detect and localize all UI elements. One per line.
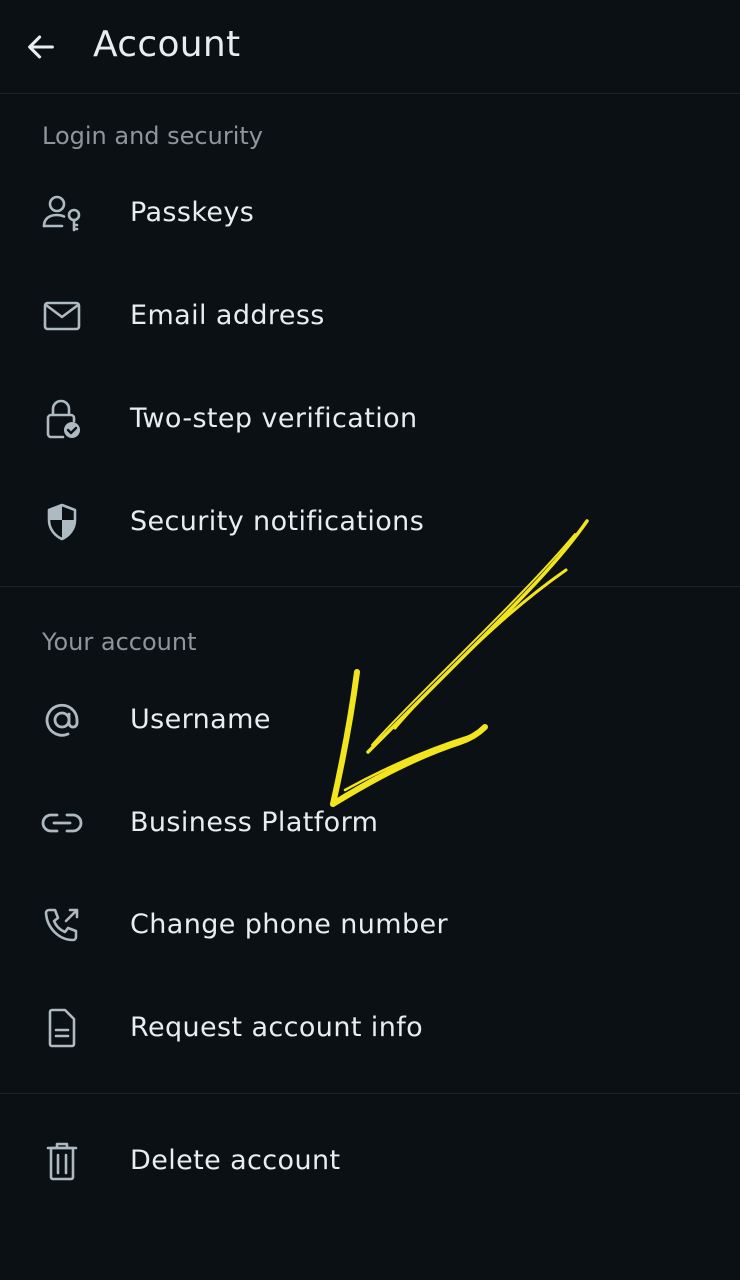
trash-icon	[40, 1141, 84, 1181]
page-title: Account	[93, 24, 241, 65]
menu-item-label: Username	[130, 704, 271, 735]
mail-icon	[40, 296, 84, 336]
menu-item-change-phone-number[interactable]: Change phone number	[0, 874, 740, 976]
phone-arrow-icon	[40, 905, 84, 945]
back-button[interactable]	[18, 24, 64, 70]
shield-icon	[40, 502, 84, 542]
at-sign-icon	[40, 700, 84, 740]
menu-item-two-step-verification[interactable]: Two-step verification	[0, 368, 740, 470]
menu-item-label: Passkeys	[130, 197, 255, 228]
lock-check-icon	[40, 399, 84, 439]
section-label-login-security: Login and security	[42, 122, 263, 150]
section-label-your-account: Your account	[42, 628, 197, 656]
app-bar: Account	[0, 0, 740, 94]
menu-item-label: Email address	[130, 300, 325, 331]
menu-item-label: Business Platform	[130, 807, 379, 838]
menu-item-username[interactable]: Username	[0, 669, 740, 771]
menu-item-security-notifications[interactable]: Security notifications	[0, 471, 740, 573]
menu-item-email-address[interactable]: Email address	[0, 265, 740, 367]
menu-item-passkeys[interactable]: Passkeys	[0, 162, 740, 264]
menu-item-label: Delete account	[130, 1145, 341, 1176]
menu-item-label: Change phone number	[130, 909, 449, 940]
arrow-left-icon	[28, 35, 54, 59]
menu-item-request-account-info[interactable]: Request account info	[0, 977, 740, 1079]
document-icon	[40, 1008, 84, 1048]
section-divider	[0, 1093, 740, 1094]
menu-item-label: Security notifications	[130, 506, 425, 537]
menu-item-delete-account[interactable]: Delete account	[0, 1110, 740, 1212]
menu-item-business-platform[interactable]: Business Platform	[0, 772, 740, 874]
menu-item-label: Request account info	[130, 1012, 424, 1043]
section-divider	[0, 586, 740, 587]
link-icon	[40, 803, 84, 843]
person-key-icon	[40, 193, 84, 233]
menu-item-label: Two-step verification	[130, 403, 418, 434]
